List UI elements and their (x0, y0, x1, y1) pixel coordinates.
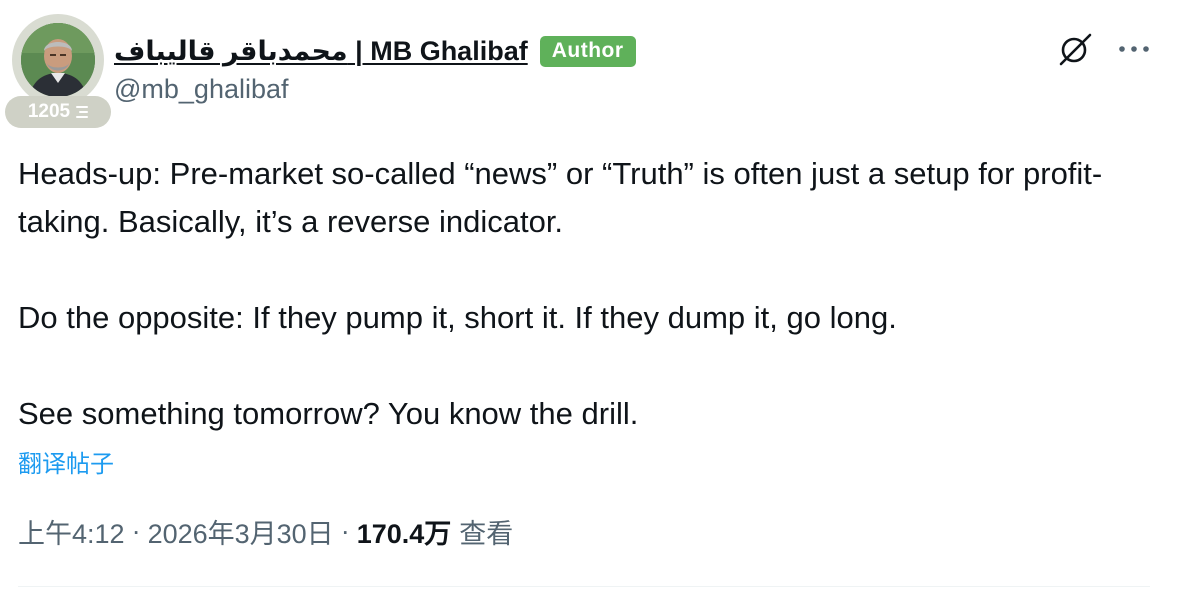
post-meta: 上午4:12 · 2026年3月30日 · 170.4万 查看 (18, 512, 513, 551)
author-handle[interactable]: @mb_ghalibaf (114, 74, 289, 105)
meta-separator: · (131, 516, 141, 546)
author-name-row: محمدباقر قالیباف | MB Ghalibaf Author (114, 32, 636, 70)
post-card: 1205 محمدباقر قالیباف | MB Ghalibaf Auth… (0, 0, 1194, 594)
post-paragraph: See something tomorrow? You know the dri… (18, 396, 639, 431)
post-time[interactable]: 上午4:12 (18, 512, 125, 551)
avatar-portrait-icon (21, 23, 95, 97)
meta-separator: · (340, 516, 350, 546)
more-dots-icon[interactable] (1118, 44, 1150, 54)
author-display-name[interactable]: محمدباقر قالیباف | MB Ghalibaf (114, 36, 528, 67)
divider (18, 586, 1150, 587)
avatar-ring (12, 14, 104, 106)
views-count: 170.4万 (356, 519, 452, 549)
follower-badge[interactable]: 1205 (5, 96, 111, 128)
badge-count-value: 1205 (27, 101, 71, 122)
avatar-photo (21, 23, 95, 97)
author-badge: Author (539, 35, 636, 67)
lines-icon (76, 106, 89, 118)
grok-slash-icon[interactable] (1056, 30, 1094, 68)
views-label: 查看 (459, 519, 514, 549)
post-paragraph: Do the opposite: If they pump it, short … (18, 300, 897, 335)
post-body: Heads-up: Pre-market so-called “news” or… (18, 150, 1168, 438)
translate-post-link[interactable]: 翻译帖子 (18, 444, 114, 479)
post-paragraph: Heads-up: Pre-market so-called “news” or… (18, 156, 1103, 239)
avatar[interactable] (12, 14, 104, 106)
post-actions-top (1056, 30, 1150, 68)
post-date[interactable]: 2026年3月30日 (148, 512, 334, 551)
